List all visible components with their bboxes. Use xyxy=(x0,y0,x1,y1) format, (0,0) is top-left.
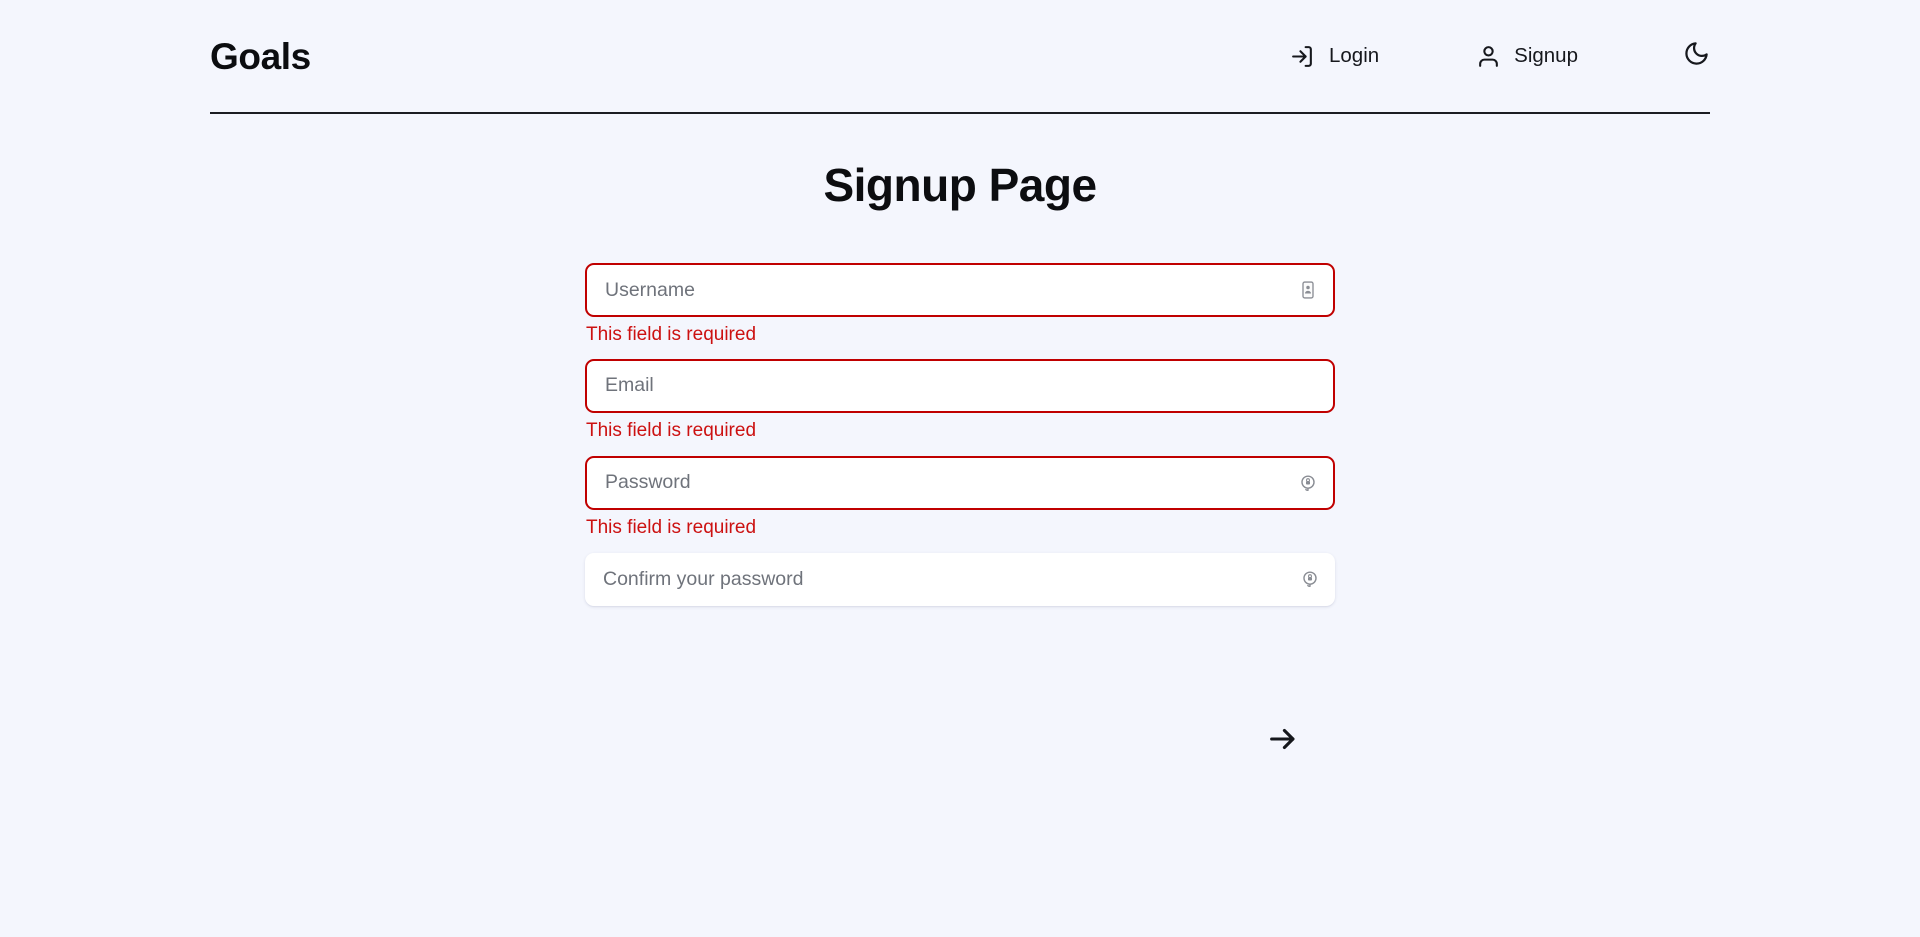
field-group-username: This field is required xyxy=(585,263,1335,346)
email-input[interactable] xyxy=(587,360,1333,411)
moon-icon xyxy=(1683,40,1710,72)
submit-button[interactable] xyxy=(1259,716,1307,764)
key-autofill-icon[interactable] xyxy=(1299,568,1321,590)
confirm-password-input[interactable] xyxy=(585,552,1335,606)
password-error-message: This field is required xyxy=(586,516,757,538)
theme-toggle-button[interactable] xyxy=(1682,42,1710,70)
submit-row xyxy=(585,716,1335,764)
password-input-shell[interactable] xyxy=(585,455,1335,510)
email-input-shell[interactable] xyxy=(585,358,1335,413)
username-input[interactable] xyxy=(587,265,1333,315)
nav-item-login[interactable]: Login xyxy=(1290,43,1379,69)
header-divider xyxy=(210,112,1710,114)
signup-form: This field is required This field is req… xyxy=(585,263,1335,606)
key-autofill-icon[interactable] xyxy=(1297,472,1319,494)
nav-item-login-label: Login xyxy=(1328,43,1380,67)
password-input[interactable] xyxy=(587,457,1333,508)
brand-logo[interactable]: Goals xyxy=(210,38,311,75)
signup-page: Goals Login Signup Signup Page Username … xyxy=(0,0,1920,937)
contact-card-icon[interactable] xyxy=(1297,279,1319,301)
email-error-message: This field is required xyxy=(586,419,757,441)
field-group-password: This field is required xyxy=(585,455,1335,539)
header: Goals Login Signup xyxy=(210,0,1710,114)
primary-nav: Login Signup xyxy=(1194,42,1710,70)
log-in-icon xyxy=(1290,43,1316,69)
confirm-password-input-shell[interactable] xyxy=(585,552,1335,606)
arrow-right-icon xyxy=(1266,722,1300,759)
username-input-shell[interactable] xyxy=(585,263,1335,317)
nav-item-signup-label: Signup xyxy=(1514,43,1578,67)
page-title: Signup Page xyxy=(823,159,1097,211)
nav-item-signup[interactable]: Signup xyxy=(1475,43,1578,69)
username-error-message: This field is required xyxy=(586,324,757,345)
header-bar: Goals Login Signup xyxy=(210,0,1710,112)
user-icon xyxy=(1475,43,1501,69)
field-group-email: This field is required xyxy=(585,358,1335,442)
field-group-confirm-password xyxy=(585,552,1335,606)
